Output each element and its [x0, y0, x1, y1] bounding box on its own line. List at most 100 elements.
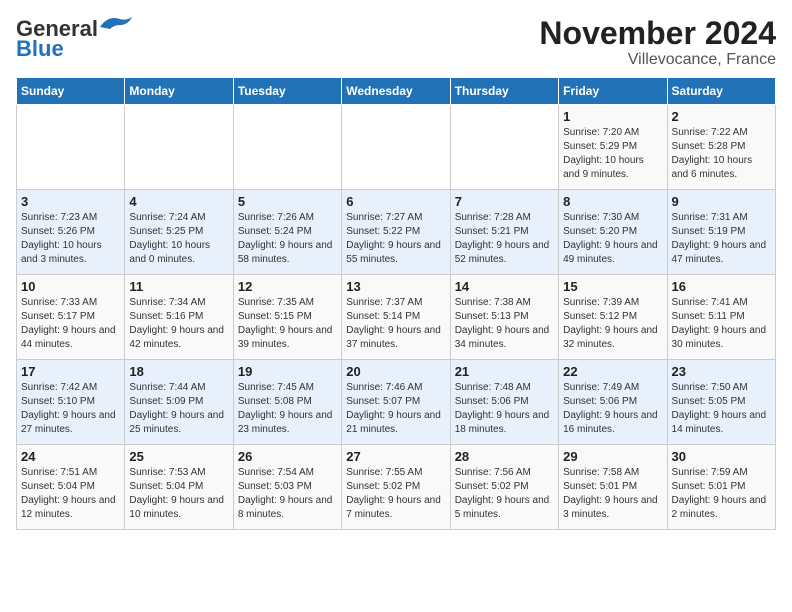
- cell-info: Sunrise: 7:46 AM Sunset: 5:07 PM Dayligh…: [346, 381, 445, 437]
- day-number: 29: [563, 449, 662, 464]
- calendar-cell: 19 Sunrise: 7:45 AM Sunset: 5:08 PM Dayl…: [233, 360, 341, 445]
- sunset-text: Sunset: 5:03 PM: [238, 481, 312, 492]
- cell-info: Sunrise: 7:51 AM Sunset: 5:04 PM Dayligh…: [21, 466, 120, 522]
- cell-info: Sunrise: 7:59 AM Sunset: 5:01 PM Dayligh…: [672, 466, 771, 522]
- calendar-cell: 13 Sunrise: 7:37 AM Sunset: 5:14 PM Dayl…: [342, 275, 450, 360]
- calendar-week-row: 3 Sunrise: 7:23 AM Sunset: 5:26 PM Dayli…: [17, 190, 776, 275]
- sunrise-text: Sunrise: 7:48 AM: [455, 382, 531, 393]
- sunset-text: Sunset: 5:04 PM: [129, 481, 203, 492]
- weekday-header-cell: Thursday: [450, 78, 558, 105]
- cell-info: Sunrise: 7:26 AM Sunset: 5:24 PM Dayligh…: [238, 211, 337, 267]
- calendar-week-row: 10 Sunrise: 7:33 AM Sunset: 5:17 PM Dayl…: [17, 275, 776, 360]
- sunrise-text: Sunrise: 7:37 AM: [346, 297, 422, 308]
- calendar-cell: 11 Sunrise: 7:34 AM Sunset: 5:16 PM Dayl…: [125, 275, 233, 360]
- calendar-cell: [125, 105, 233, 190]
- cell-info: Sunrise: 7:38 AM Sunset: 5:13 PM Dayligh…: [455, 296, 554, 352]
- sunset-text: Sunset: 5:24 PM: [238, 226, 312, 237]
- sunset-text: Sunset: 5:01 PM: [672, 481, 746, 492]
- sunrise-text: Sunrise: 7:24 AM: [129, 212, 205, 223]
- cell-info: Sunrise: 7:27 AM Sunset: 5:22 PM Dayligh…: [346, 211, 445, 267]
- calendar-cell: 6 Sunrise: 7:27 AM Sunset: 5:22 PM Dayli…: [342, 190, 450, 275]
- day-number: 20: [346, 364, 445, 379]
- daylight-text: Daylight: 9 hours and 3 minutes.: [563, 495, 658, 520]
- cell-info: Sunrise: 7:42 AM Sunset: 5:10 PM Dayligh…: [21, 381, 120, 437]
- logo-blue: Blue: [16, 36, 64, 62]
- sunset-text: Sunset: 5:20 PM: [563, 226, 637, 237]
- daylight-text: Daylight: 9 hours and 52 minutes.: [455, 240, 550, 265]
- day-number: 1: [563, 109, 662, 124]
- calendar-cell: 27 Sunrise: 7:55 AM Sunset: 5:02 PM Dayl…: [342, 445, 450, 530]
- cell-info: Sunrise: 7:53 AM Sunset: 5:04 PM Dayligh…: [129, 466, 228, 522]
- sunrise-text: Sunrise: 7:26 AM: [238, 212, 314, 223]
- calendar-cell: 30 Sunrise: 7:59 AM Sunset: 5:01 PM Dayl…: [667, 445, 775, 530]
- calendar-cell: [450, 105, 558, 190]
- calendar-cell: 25 Sunrise: 7:53 AM Sunset: 5:04 PM Dayl…: [125, 445, 233, 530]
- day-number: 30: [672, 449, 771, 464]
- sunrise-text: Sunrise: 7:20 AM: [563, 127, 639, 138]
- calendar-cell: 9 Sunrise: 7:31 AM Sunset: 5:19 PM Dayli…: [667, 190, 775, 275]
- cell-info: Sunrise: 7:30 AM Sunset: 5:20 PM Dayligh…: [563, 211, 662, 267]
- daylight-text: Daylight: 9 hours and 2 minutes.: [672, 495, 767, 520]
- day-number: 13: [346, 279, 445, 294]
- calendar-cell: 23 Sunrise: 7:50 AM Sunset: 5:05 PM Dayl…: [667, 360, 775, 445]
- sunrise-text: Sunrise: 7:23 AM: [21, 212, 97, 223]
- day-number: 14: [455, 279, 554, 294]
- daylight-text: Daylight: 9 hours and 58 minutes.: [238, 240, 333, 265]
- sunrise-text: Sunrise: 7:54 AM: [238, 467, 314, 478]
- sunset-text: Sunset: 5:11 PM: [672, 311, 745, 322]
- sunset-text: Sunset: 5:05 PM: [672, 396, 746, 407]
- daylight-text: Daylight: 9 hours and 5 minutes.: [455, 495, 550, 520]
- calendar-cell: 26 Sunrise: 7:54 AM Sunset: 5:03 PM Dayl…: [233, 445, 341, 530]
- sunrise-text: Sunrise: 7:59 AM: [672, 467, 748, 478]
- weekday-header-cell: Friday: [559, 78, 667, 105]
- weekday-header-row: SundayMondayTuesdayWednesdayThursdayFrid…: [17, 78, 776, 105]
- sunrise-text: Sunrise: 7:30 AM: [563, 212, 639, 223]
- logo: General Blue: [16, 16, 132, 62]
- day-number: 5: [238, 194, 337, 209]
- calendar-cell: 20 Sunrise: 7:46 AM Sunset: 5:07 PM Dayl…: [342, 360, 450, 445]
- calendar-cell: 22 Sunrise: 7:49 AM Sunset: 5:06 PM Dayl…: [559, 360, 667, 445]
- calendar-week-row: 1 Sunrise: 7:20 AM Sunset: 5:29 PM Dayli…: [17, 105, 776, 190]
- calendar-cell: 10 Sunrise: 7:33 AM Sunset: 5:17 PM Dayl…: [17, 275, 125, 360]
- daylight-text: Daylight: 9 hours and 37 minutes.: [346, 325, 441, 350]
- calendar-cell: 21 Sunrise: 7:48 AM Sunset: 5:06 PM Dayl…: [450, 360, 558, 445]
- day-number: 17: [21, 364, 120, 379]
- day-number: 3: [21, 194, 120, 209]
- sunset-text: Sunset: 5:02 PM: [346, 481, 420, 492]
- cell-info: Sunrise: 7:35 AM Sunset: 5:15 PM Dayligh…: [238, 296, 337, 352]
- calendar-cell: 4 Sunrise: 7:24 AM Sunset: 5:25 PM Dayli…: [125, 190, 233, 275]
- daylight-text: Daylight: 10 hours and 3 minutes.: [21, 240, 102, 265]
- daylight-text: Daylight: 9 hours and 23 minutes.: [238, 410, 333, 435]
- sunrise-text: Sunrise: 7:56 AM: [455, 467, 531, 478]
- cell-info: Sunrise: 7:24 AM Sunset: 5:25 PM Dayligh…: [129, 211, 228, 267]
- cell-info: Sunrise: 7:41 AM Sunset: 5:11 PM Dayligh…: [672, 296, 771, 352]
- cell-info: Sunrise: 7:20 AM Sunset: 5:29 PM Dayligh…: [563, 126, 662, 182]
- daylight-text: Daylight: 9 hours and 47 minutes.: [672, 240, 767, 265]
- cell-info: Sunrise: 7:44 AM Sunset: 5:09 PM Dayligh…: [129, 381, 228, 437]
- day-number: 8: [563, 194, 662, 209]
- calendar-cell: 16 Sunrise: 7:41 AM Sunset: 5:11 PM Dayl…: [667, 275, 775, 360]
- page-header: General Blue November 2024 Villevocance,…: [16, 16, 776, 69]
- daylight-text: Daylight: 9 hours and 49 minutes.: [563, 240, 658, 265]
- day-number: 28: [455, 449, 554, 464]
- sunset-text: Sunset: 5:12 PM: [563, 311, 637, 322]
- day-number: 15: [563, 279, 662, 294]
- sunrise-text: Sunrise: 7:49 AM: [563, 382, 639, 393]
- daylight-text: Daylight: 9 hours and 27 minutes.: [21, 410, 116, 435]
- day-number: 23: [672, 364, 771, 379]
- daylight-text: Daylight: 10 hours and 6 minutes.: [672, 155, 753, 180]
- sunrise-text: Sunrise: 7:34 AM: [129, 297, 205, 308]
- calendar-cell: 12 Sunrise: 7:35 AM Sunset: 5:15 PM Dayl…: [233, 275, 341, 360]
- day-number: 6: [346, 194, 445, 209]
- day-number: 9: [672, 194, 771, 209]
- daylight-text: Daylight: 9 hours and 42 minutes.: [129, 325, 224, 350]
- calendar-cell: 29 Sunrise: 7:58 AM Sunset: 5:01 PM Dayl…: [559, 445, 667, 530]
- sunset-text: Sunset: 5:09 PM: [129, 396, 203, 407]
- daylight-text: Daylight: 9 hours and 8 minutes.: [238, 495, 333, 520]
- sunset-text: Sunset: 5:29 PM: [563, 141, 637, 152]
- sunset-text: Sunset: 5:25 PM: [129, 226, 203, 237]
- weekday-header-cell: Saturday: [667, 78, 775, 105]
- month-title: November 2024: [539, 16, 776, 51]
- day-number: 10: [21, 279, 120, 294]
- cell-info: Sunrise: 7:48 AM Sunset: 5:06 PM Dayligh…: [455, 381, 554, 437]
